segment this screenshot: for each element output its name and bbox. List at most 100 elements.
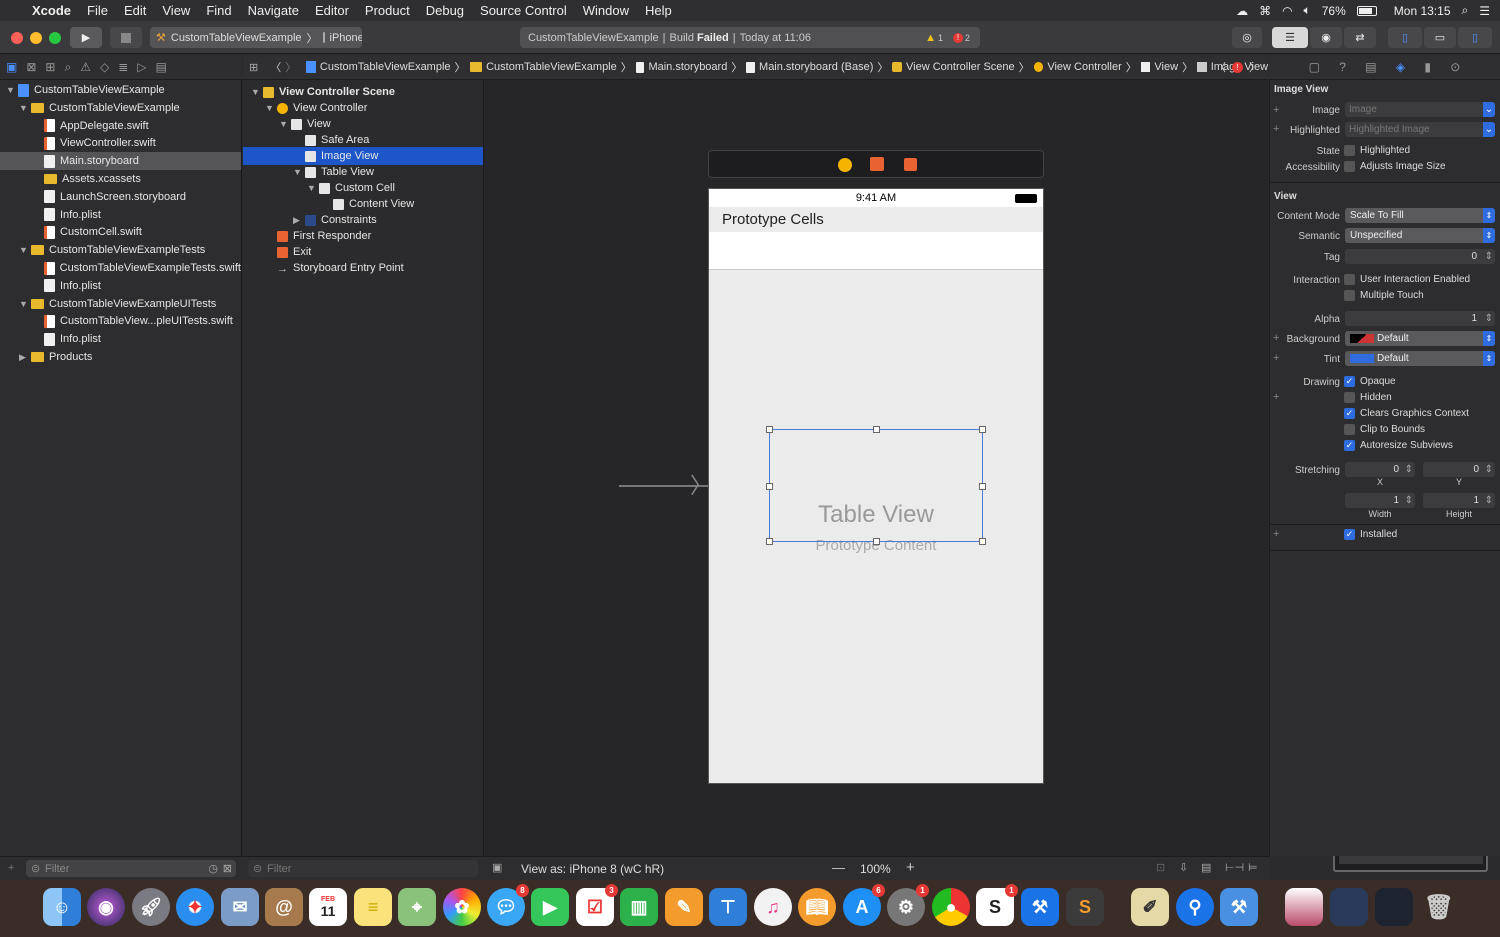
device-frame[interactable]: 9:41 AM Prototype Cells Table View Proto… <box>708 188 1044 784</box>
breakpoint-navigator-icon[interactable]: ▷ <box>137 60 146 74</box>
zoom-level[interactable]: 100% <box>860 862 891 876</box>
screen-stack-icon[interactable] <box>1375 888 1413 926</box>
disclosure-triangle-icon[interactable]: ▼ <box>293 167 303 177</box>
dropdown-icon[interactable]: ⌄ <box>1483 122 1495 137</box>
issue-error-icon[interactable]: ! <box>1232 61 1243 73</box>
toggle-navigator-button[interactable]: ▯ <box>1388 27 1422 48</box>
resize-handle[interactable] <box>766 538 773 545</box>
launchpad-icon[interactable]: 🚀︎ <box>132 888 170 926</box>
xcode-beta-icon[interactable]: ⚒ <box>1220 888 1258 926</box>
preview-icon[interactable]: ✐ <box>1131 888 1169 926</box>
menu-source-control[interactable]: Source Control <box>472 3 575 18</box>
close-window-button[interactable] <box>11 32 23 44</box>
stepper-icon[interactable]: ⇕ <box>1405 462 1413 477</box>
crumb-view[interactable]: View <box>1154 61 1178 73</box>
resize-handle[interactable] <box>873 538 880 545</box>
user-interaction-checkbox[interactable]: User Interaction Enabled <box>1344 274 1470 285</box>
pin-icon[interactable]: ⊨ <box>1248 861 1258 874</box>
error-icon[interactable]: ! <box>952 32 963 43</box>
add-variation-icon[interactable]: + <box>1273 528 1279 540</box>
resize-handle[interactable] <box>766 483 773 490</box>
reminders-icon[interactable]: ☑ 3 <box>576 884 618 926</box>
symbol-navigator-icon[interactable]: ⊞ <box>45 60 55 74</box>
stretch-y-field[interactable]: 0 ⇕ <box>1423 462 1495 477</box>
crumb-storyboard[interactable]: Main.storyboard <box>648 61 727 73</box>
opaque-checkbox[interactable]: ✓ Opaque <box>1344 376 1396 387</box>
clip-to-bounds-checkbox[interactable]: Clip to Bounds <box>1344 424 1425 435</box>
report-navigator-icon[interactable]: ▤ <box>156 60 167 74</box>
contacts-icon[interactable]: @ <box>265 888 303 926</box>
menu-file[interactable]: File <box>79 3 116 18</box>
dropdown-icon[interactable]: ⌄ <box>1483 102 1495 117</box>
location-icon[interactable]: ⚲ <box>1176 888 1214 926</box>
stepper-icon[interactable]: ⇕ <box>1405 493 1413 508</box>
scheme-selector[interactable]: ⚒ CustomTableViewExample 〉 iPhone <box>150 27 362 48</box>
finder-icon[interactable]: ☺ <box>43 888 81 926</box>
error-count[interactable]: 2 <box>965 33 970 43</box>
navigator-filter-field[interactable]: ⊜ Filter ◷ ⊠ <box>26 860 236 877</box>
toggle-inspector-button[interactable]: ▯ <box>1458 27 1492 48</box>
keynote-icon[interactable]: ⊤ <box>709 888 747 926</box>
volume-icon[interactable]: 🔈︎ <box>1304 3 1311 18</box>
embed-in-icon[interactable]: ⇩ <box>1179 861 1188 874</box>
zoom-window-button[interactable] <box>49 32 61 44</box>
stretch-width-field[interactable]: 1 ⇕ <box>1345 493 1415 508</box>
messages-icon[interactable]: 💬︎ 8 <box>487 884 529 926</box>
folder-stack-icon[interactable] <box>1285 888 1323 926</box>
hidden-checkbox[interactable]: Hidden <box>1344 392 1392 403</box>
battery-icon[interactable] <box>1356 5 1377 16</box>
navigator-item[interactable]: AppDelegate.swift <box>0 117 241 135</box>
installed-checkbox[interactable]: ✓ Installed <box>1344 529 1397 540</box>
storyboard-canvas[interactable]: 〉 9:41 AM Prototype Cells Table View Pro… <box>484 80 1268 856</box>
outline-item[interactable]: → Storyboard Entry Point <box>243 259 483 277</box>
tint-popup[interactable]: Default ⇕ <box>1345 351 1495 366</box>
menu-help[interactable]: Help <box>637 3 680 18</box>
project-navigator-icon[interactable]: ▣ <box>6 60 17 74</box>
chrome-icon[interactable]: ● <box>932 888 970 926</box>
image-view-selection[interactable] <box>766 426 986 545</box>
navigator-item[interactable]: LaunchScreen.storyboard <box>0 188 241 206</box>
zoom-in-button[interactable]: + <box>906 859 915 876</box>
multiple-touch-checkbox[interactable]: Multiple Touch <box>1344 290 1424 301</box>
navigator-item[interactable]: ViewController.swift <box>0 134 241 152</box>
update-frames-icon[interactable]: ⊡ <box>1156 861 1165 874</box>
file-inspector-icon[interactable]: ▢ <box>1309 60 1320 74</box>
menu-window[interactable]: Window <box>575 3 637 18</box>
disclosure-triangle-icon[interactable]: ▶ <box>19 352 29 363</box>
toggle-debug-button[interactable]: ▭ <box>1424 27 1456 48</box>
notes-icon[interactable]: ≡ <box>354 888 392 926</box>
downloads-stack-icon[interactable] <box>1330 888 1368 926</box>
crumb-scene[interactable]: View Controller Scene <box>906 61 1015 73</box>
library-button[interactable]: ◎ <box>1232 27 1262 48</box>
disclosure-triangle-icon[interactable]: ▼ <box>251 87 261 97</box>
stretch-height-field[interactable]: 1 ⇕ <box>1423 493 1495 508</box>
photos-icon[interactable]: ✿ <box>443 888 481 926</box>
disclosure-triangle-icon[interactable]: ▼ <box>279 119 289 129</box>
add-file-icon[interactable]: + <box>8 862 14 874</box>
wifi-icon[interactable]: ◠ <box>1282 4 1292 18</box>
safari-icon[interactable]: ✦ <box>176 888 214 926</box>
content-mode-popup[interactable]: Scale To Fill ⇕ <box>1345 208 1495 223</box>
stack-icon[interactable]: ▤ <box>1201 861 1211 874</box>
battery-percent[interactable]: 76% <box>1322 4 1346 18</box>
crumb-project[interactable]: CustomTableViewExample <box>320 61 451 73</box>
resize-handle[interactable] <box>979 538 986 545</box>
align-icon[interactable]: ⊢⊣ <box>1225 861 1244 874</box>
disclosure-triangle-icon[interactable]: ▼ <box>19 299 29 309</box>
menu-navigate[interactable]: Navigate <box>240 3 307 18</box>
issue-navigator-icon[interactable]: ⚠ <box>80 60 91 74</box>
recent-files-icon[interactable]: ◷ <box>208 862 218 875</box>
stop-button[interactable] <box>110 27 142 48</box>
warning-count[interactable]: 1 <box>938 33 943 43</box>
tag-field[interactable]: 0 ⇕ <box>1345 249 1495 264</box>
system-preferences-icon[interactable]: ⚙ 1 <box>887 884 929 926</box>
navigator-item[interactable]: ▼ CustomTableViewExampleTests <box>0 241 241 259</box>
minimize-window-button[interactable] <box>30 32 42 44</box>
navigator-item[interactable]: CustomCell.swift <box>0 223 241 241</box>
outline-filter-field[interactable]: ⊜ Filter <box>248 860 478 877</box>
menu-product[interactable]: Product <box>357 3 418 18</box>
warning-icon[interactable]: ▲ <box>925 32 936 44</box>
menu-editor[interactable]: Editor <box>307 3 357 18</box>
menu-edit[interactable]: Edit <box>116 3 154 18</box>
alpha-field[interactable]: 1 ⇕ <box>1345 311 1495 326</box>
